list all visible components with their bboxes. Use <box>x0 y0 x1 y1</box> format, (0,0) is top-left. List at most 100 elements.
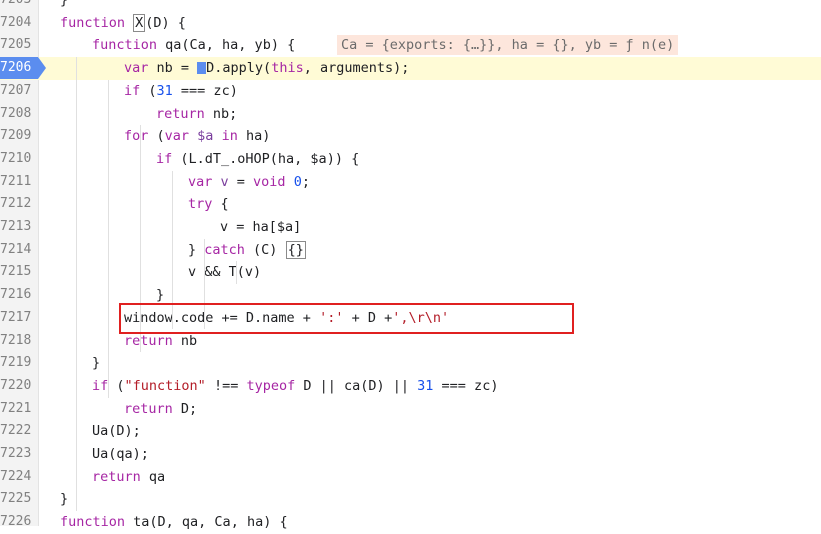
token: } <box>188 241 205 258</box>
code-line[interactable]: 7224 return qa <box>0 466 821 489</box>
code-text: Ua(qa); <box>92 443 149 466</box>
line-number[interactable]: 7211 <box>0 171 34 194</box>
code-text: } <box>60 0 68 12</box>
token: typeof <box>246 377 304 394</box>
line-number[interactable]: 7208 <box>0 103 34 126</box>
code-line[interactable]: 7203} <box>0 0 821 12</box>
line-number[interactable]: 7223 <box>0 443 34 466</box>
code-text: if ("function" !== typeof D || ca(D) || … <box>92 375 498 398</box>
token: var <box>164 128 198 145</box>
line-number[interactable]: 7207 <box>0 80 34 103</box>
code-line[interactable]: 7204 function X (D) { <box>0 12 821 35</box>
line-number[interactable]: 7203 <box>0 0 34 12</box>
token: v = ha[$a] <box>220 219 302 235</box>
code-text: } <box>92 352 100 375</box>
line-number[interactable]: 7221 <box>0 398 34 421</box>
code-text: function qa(Ca, ha, yb) { <box>92 34 295 57</box>
token: ( <box>156 128 165 145</box>
token: ta(D, qa, Ca, ha) { <box>133 514 288 531</box>
token: catch <box>204 241 254 258</box>
line-number[interactable]: 7219 <box>0 352 34 375</box>
token: $a <box>197 128 222 145</box>
line-number[interactable]: 7210 <box>0 148 34 171</box>
line-number[interactable]: 7216 <box>0 284 34 307</box>
breakpoint-line-number[interactable]: 7206 <box>0 57 46 80</box>
token: in <box>221 128 246 145</box>
code-line[interactable]: 7212 try { <box>0 193 821 216</box>
token: if <box>124 82 149 99</box>
token: v <box>220 173 237 190</box>
code-line[interactable]: 7223 Ua(qa); <box>0 443 821 466</box>
token: !== <box>205 377 247 394</box>
token: X <box>133 13 146 32</box>
line-number[interactable]: 7212 <box>0 193 34 216</box>
token: (L.dT_.oHOP(ha, $a)) { <box>180 150 360 167</box>
token: return <box>156 105 213 122</box>
code-line[interactable]: 7221 return D; <box>0 398 821 421</box>
code-line[interactable]: 7214} catch (C) {} <box>0 239 821 262</box>
code-line[interactable]: 7225} <box>0 488 821 511</box>
token: Ua(D); <box>92 423 141 440</box>
line-number[interactable]: 7226 <box>0 511 34 534</box>
token: function <box>92 37 166 54</box>
code-text: var nb = D.apply(this, arguments); <box>124 57 409 80</box>
line-number[interactable]: 7209 <box>0 125 34 148</box>
line-number[interactable]: 7225 <box>0 488 34 511</box>
token: void <box>253 173 294 190</box>
indent-guide <box>76 57 77 512</box>
code-text: return nb; <box>156 103 237 126</box>
token: try <box>188 196 221 213</box>
code-line[interactable]: 7220 if ("function" !== typeof D || ca(D)… <box>0 375 821 398</box>
line-number[interactable]: 7222 <box>0 420 34 443</box>
code-line[interactable]: 7205 function qa(Ca, ha, yb) {Ca = {expor… <box>0 34 821 57</box>
token: {} <box>285 240 306 259</box>
code-line[interactable]: 7215 v && T(v) <box>0 261 821 284</box>
token: (C) <box>253 241 286 258</box>
code-text: } <box>60 488 68 511</box>
token: var <box>188 173 221 190</box>
line-number[interactable]: 7213 <box>0 216 34 239</box>
code-line[interactable]: 7209 for (var $a in ha) <box>0 125 821 148</box>
token: ; <box>301 173 310 190</box>
token: } <box>60 0 69 8</box>
token: 31 <box>417 377 434 394</box>
line-number[interactable]: 7205 <box>0 34 34 57</box>
token: return <box>124 332 181 349</box>
token: Ua(qa); <box>92 446 149 462</box>
token: 0 <box>293 173 302 190</box>
line-number[interactable]: 7215 <box>0 261 34 284</box>
highlight-annotation-box <box>119 303 574 334</box>
code-line[interactable]: 7222 Ua(D); <box>0 420 821 443</box>
line-number[interactable]: 7214 <box>0 239 34 262</box>
line-number[interactable]: 7217 <box>0 307 34 330</box>
token: function <box>60 514 134 531</box>
code-text: if (31 === zc) <box>124 80 238 103</box>
code-editor[interactable]: 7203}7204function X(D) {7205function qa(… <box>0 0 821 530</box>
code-line[interactable]: 7213 v = ha[$a] <box>0 216 821 239</box>
line-number[interactable]: 7218 <box>0 330 34 353</box>
code-line[interactable]: 7219} <box>0 352 821 375</box>
code-line[interactable]: 7208 return nb; <box>0 103 821 126</box>
token: , arguments); <box>303 60 410 77</box>
execution-marker-icon[interactable] <box>197 62 207 75</box>
indent-guide <box>236 261 237 285</box>
code-text: for (var $a in ha) <box>124 125 270 148</box>
code-line[interactable]: 7206 var nb = D.apply(this, arguments); <box>0 57 821 80</box>
line-number[interactable]: 7220 <box>0 375 34 398</box>
token: D; <box>180 400 198 417</box>
token: === zc) <box>433 377 499 394</box>
code-text: var v = void 0; <box>188 171 310 194</box>
code-line[interactable]: 7226 function ta(D, qa, Ca, ha) { <box>0 511 821 534</box>
token: D || ca(D) || <box>303 377 418 394</box>
line-number[interactable]: 7204 <box>0 12 34 35</box>
code-text: v = ha[$a] <box>220 216 301 239</box>
token: (D) { <box>145 14 186 31</box>
token: "function" <box>124 377 206 394</box>
code-line[interactable]: 7207 if (31 === zc) <box>0 80 821 103</box>
token: ( <box>116 377 125 394</box>
code-line[interactable]: 7211 var v = void 0; <box>0 171 821 194</box>
code-line[interactable]: 7210 if (L.dT_.oHOP(ha, $a)) { <box>0 148 821 171</box>
line-number[interactable]: 7224 <box>0 466 34 489</box>
token: } <box>92 355 101 372</box>
token: var <box>124 60 157 77</box>
